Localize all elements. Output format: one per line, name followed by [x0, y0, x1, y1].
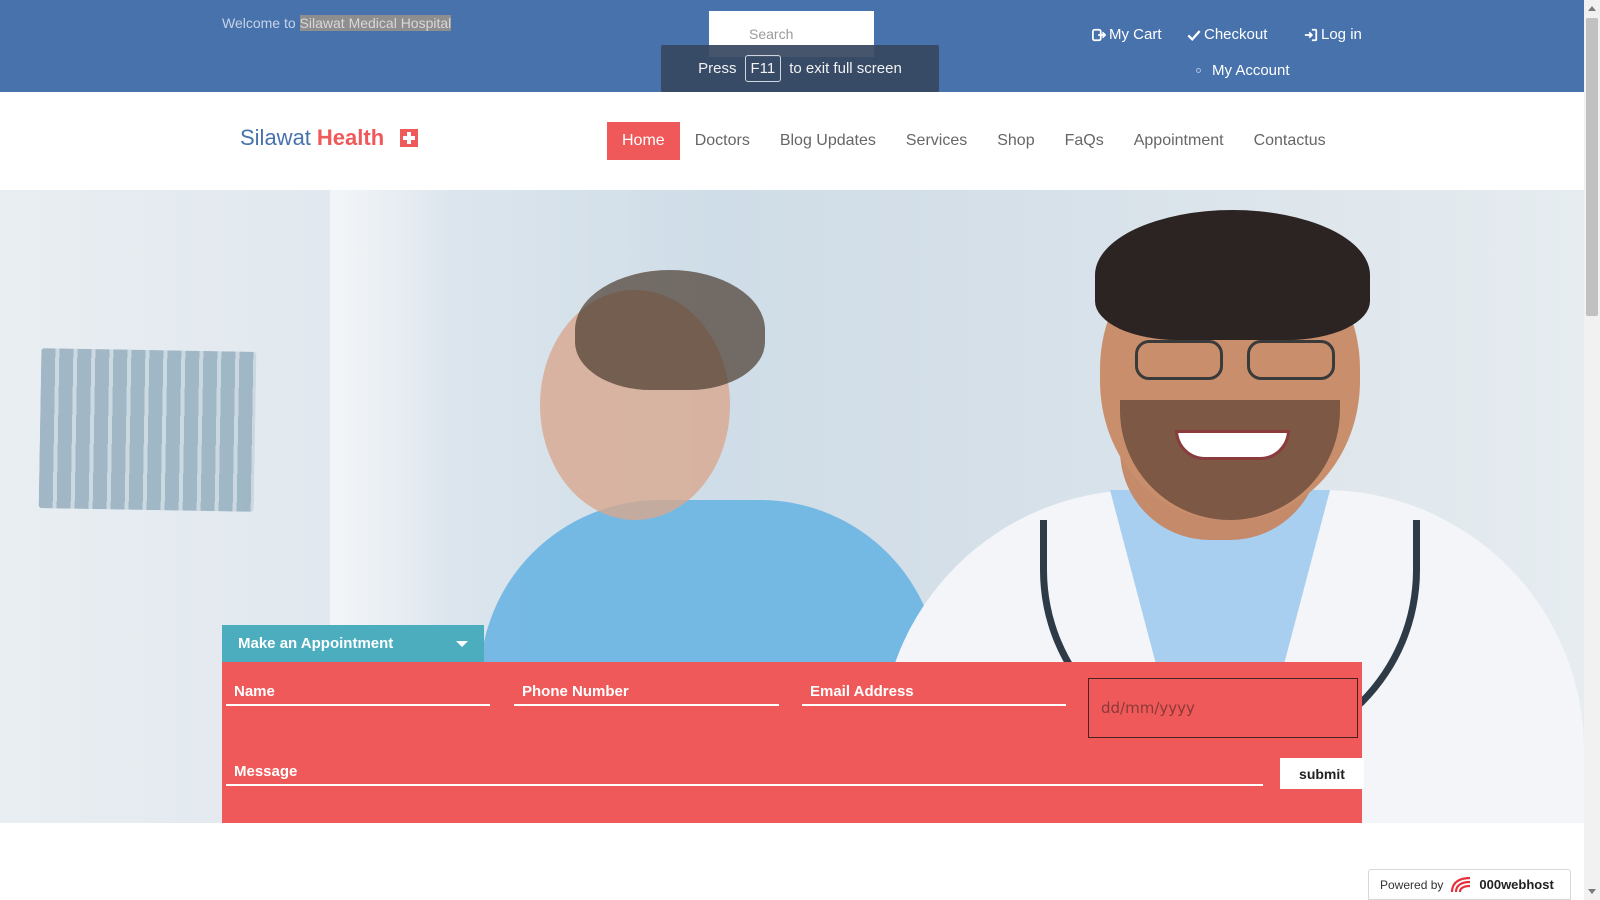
- my-cart-link[interactable]: My Cart: [1092, 26, 1162, 43]
- bullet-icon: [1196, 68, 1201, 73]
- submit-button[interactable]: submit: [1280, 758, 1364, 789]
- fullscreen-suffix: to exit full screen: [789, 60, 902, 77]
- sign-in-icon: [1304, 28, 1318, 41]
- checkmark-icon: [1187, 29, 1201, 41]
- nav-shop[interactable]: Shop: [982, 122, 1049, 160]
- medical-cross-icon: [400, 129, 419, 147]
- top-bar: Welcome to Silawat Medical Hospital My C…: [0, 0, 1584, 92]
- nav-appointment[interactable]: Appointment: [1119, 122, 1239, 160]
- my-account-label: My Account: [1212, 62, 1290, 79]
- f11-key: F11: [744, 55, 782, 82]
- hospital-name-highlight: Silawat Medical Hospital: [299, 15, 452, 31]
- powered-by-badge[interactable]: Powered by 000webhost: [1368, 869, 1571, 900]
- welcome-text: Welcome to Silawat Medical Hospital: [222, 15, 452, 31]
- date-input[interactable]: [1088, 678, 1358, 738]
- glasses-image: [1135, 340, 1335, 384]
- login-link[interactable]: Log in: [1304, 26, 1362, 43]
- nav-doctors[interactable]: Doctors: [680, 122, 765, 160]
- nav-blog-updates[interactable]: Blog Updates: [765, 122, 891, 160]
- name-input[interactable]: [226, 678, 490, 706]
- make-appointment-toggle[interactable]: Make an Appointment: [222, 625, 484, 662]
- nav-home[interactable]: Home: [607, 122, 680, 160]
- checkout-label: Checkout: [1204, 26, 1268, 43]
- my-account-link[interactable]: My Account: [1196, 62, 1290, 79]
- nav-faqs[interactable]: FaQs: [1050, 122, 1119, 160]
- webhost-brand: 000webhost: [1479, 877, 1554, 892]
- caret-down-icon: [456, 641, 468, 647]
- nav-contactus[interactable]: Contactus: [1239, 122, 1341, 160]
- email-input[interactable]: [802, 678, 1066, 706]
- message-input[interactable]: [226, 758, 1263, 786]
- xray-film-image: [38, 348, 257, 512]
- powered-by-text: Powered by: [1380, 877, 1444, 892]
- cart-signout-icon: [1092, 28, 1106, 41]
- make-appointment-label: Make an Appointment: [238, 635, 394, 652]
- my-cart-label: My Cart: [1109, 26, 1162, 43]
- main-nav: Home Doctors Blog Updates Services Shop …: [607, 122, 1341, 160]
- webhost-logo-icon: [1451, 876, 1471, 892]
- scrollbar-thumb[interactable]: [1586, 18, 1598, 316]
- welcome-prefix: Welcome to: [222, 15, 300, 31]
- fullscreen-press: Press: [698, 60, 737, 77]
- site-logo[interactable]: Silawat Health: [240, 125, 419, 151]
- logo-text-silawat: Silawat: [240, 125, 311, 150]
- page-scrollbar[interactable]: [1584, 0, 1600, 900]
- scroll-down-arrow-icon[interactable]: [1588, 889, 1596, 894]
- nav-services[interactable]: Services: [891, 122, 982, 160]
- appointment-form: submit: [222, 662, 1364, 823]
- logo-text-health: Health: [316, 125, 385, 150]
- checkout-link[interactable]: Checkout: [1187, 26, 1267, 43]
- login-label: Log in: [1321, 26, 1362, 43]
- scroll-up-arrow-icon[interactable]: [1588, 6, 1596, 11]
- phone-input[interactable]: [514, 678, 779, 706]
- fullscreen-notice: Press F11 to exit full screen: [661, 45, 939, 92]
